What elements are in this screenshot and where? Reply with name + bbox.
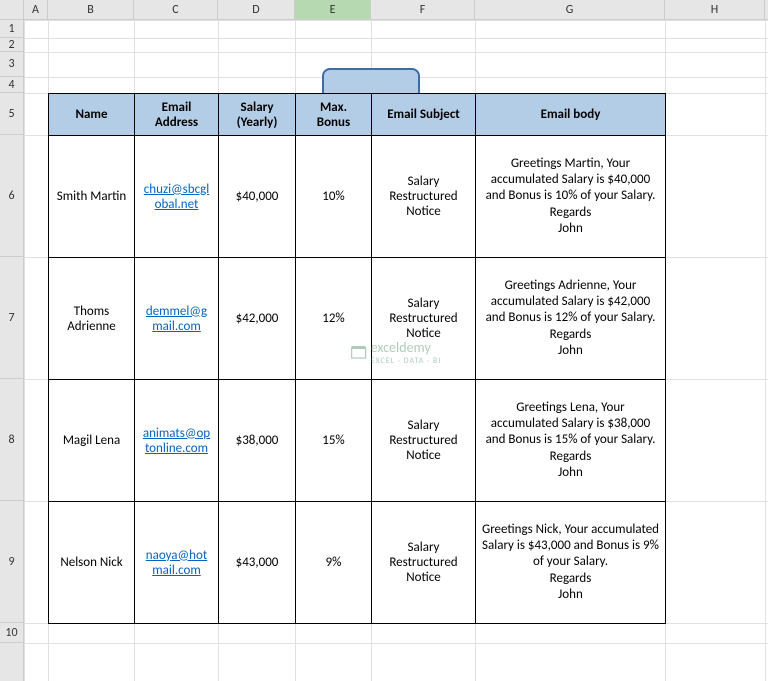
table-row: Smith Martin chuzi@sbcglobal.net $40,00010… bbox=[49, 136, 666, 258]
subject-cell[interactable]: Salary Restructured Notice bbox=[372, 258, 476, 380]
email-cell[interactable]: demmel@gmail.com bbox=[135, 258, 219, 380]
email-cell[interactable]: chuzi@sbcglobal.net bbox=[135, 136, 219, 258]
salary-cell[interactable]: $43,000 bbox=[219, 502, 296, 624]
bonus-cell[interactable]: 12% bbox=[296, 258, 372, 380]
column-headers: ABCDEFGH bbox=[0, 0, 768, 20]
table-row: Magil Lena animats@optonline.com $38,00015… bbox=[49, 380, 666, 502]
body-cell[interactable]: Greetings Lena, Your accumulated Salary … bbox=[476, 380, 666, 502]
row-header-3[interactable]: 3 bbox=[0, 52, 23, 77]
row-header-9[interactable]: 9 bbox=[0, 501, 23, 623]
table-row: Nelson Nick naoya@hotmail.com $43,0009%Sal… bbox=[49, 502, 666, 624]
column-header-H[interactable]: H bbox=[665, 0, 765, 19]
bonus-cell[interactable]: 9% bbox=[296, 502, 372, 624]
email-link[interactable]: animats@optonline.com bbox=[143, 426, 210, 456]
bonus-cell[interactable]: 10% bbox=[296, 136, 372, 258]
subject-cell[interactable]: Salary Restructured Notice bbox=[372, 502, 476, 624]
name-cell[interactable]: Magil Lena bbox=[49, 380, 135, 502]
body-cell[interactable]: Greetings Martin, Your accumulated Salar… bbox=[476, 136, 666, 258]
table-header[interactable]: Max. Bonus bbox=[296, 94, 372, 136]
bonus-cell[interactable]: 15% bbox=[296, 380, 372, 502]
email-cell[interactable]: naoya@hotmail.com bbox=[135, 502, 219, 624]
salary-cell[interactable]: $42,000 bbox=[219, 258, 296, 380]
name-cell[interactable]: Smith Martin bbox=[49, 136, 135, 258]
row-header-8[interactable]: 8 bbox=[0, 379, 23, 501]
body-cell[interactable]: Greetings Nick, Your accumulated Salary … bbox=[476, 502, 666, 624]
row-header-4[interactable]: 4 bbox=[0, 77, 23, 93]
salary-cell[interactable]: $38,000 bbox=[219, 380, 296, 502]
table-header[interactable]: Name bbox=[49, 94, 135, 136]
row-header-5[interactable]: 5 bbox=[0, 93, 23, 135]
column-header-C[interactable]: C bbox=[134, 0, 218, 19]
name-cell[interactable]: Nelson Nick bbox=[49, 502, 135, 624]
table-header[interactable]: Email Subject bbox=[372, 94, 476, 136]
row-header-10[interactable]: 10 bbox=[0, 623, 23, 643]
table-header[interactable]: Email Address bbox=[135, 94, 219, 136]
column-header-B[interactable]: B bbox=[48, 0, 134, 19]
email-cell[interactable]: animats@optonline.com bbox=[135, 380, 219, 502]
column-header-A[interactable]: A bbox=[24, 0, 48, 19]
email-link[interactable]: chuzi@sbcglobal.net bbox=[144, 182, 209, 212]
column-header-F[interactable]: F bbox=[371, 0, 475, 19]
row-header-7[interactable]: 7 bbox=[0, 257, 23, 379]
row-header-1[interactable]: 1 bbox=[0, 20, 23, 38]
row-headers: 12345678910 bbox=[0, 20, 24, 681]
name-cell[interactable]: Thoms Adrienne bbox=[49, 258, 135, 380]
row-header-2[interactable]: 2 bbox=[0, 38, 23, 52]
salary-cell[interactable]: $40,000 bbox=[219, 136, 296, 258]
table-header[interactable]: Salary (Yearly) bbox=[219, 94, 296, 136]
column-header-G[interactable]: G bbox=[475, 0, 665, 19]
email-link[interactable]: demmel@gmail.com bbox=[146, 304, 207, 334]
column-header-E[interactable]: E bbox=[295, 0, 371, 19]
select-all-corner[interactable] bbox=[0, 0, 24, 19]
email-link[interactable]: naoya@hotmail.com bbox=[146, 548, 207, 578]
spreadsheet-grid: ABCDEFGH 12345678910 + NameEmail Address… bbox=[0, 0, 768, 681]
table-row: Thoms Adrienne demmel@gmail.com $42,00012%… bbox=[49, 258, 666, 380]
column-header-D[interactable]: D bbox=[218, 0, 295, 19]
cells-area[interactable]: + NameEmail AddressSalary (Yearly)Max. B… bbox=[24, 20, 768, 681]
subject-cell[interactable]: Salary Restructured Notice bbox=[372, 136, 476, 258]
table-header[interactable]: Email body bbox=[476, 94, 666, 136]
data-table: NameEmail AddressSalary (Yearly)Max. Bon… bbox=[48, 93, 666, 624]
subject-cell[interactable]: Salary Restructured Notice bbox=[372, 380, 476, 502]
row-header-6[interactable]: 6 bbox=[0, 135, 23, 257]
body-cell[interactable]: Greetings Adrienne, Your accumulated Sal… bbox=[476, 258, 666, 380]
